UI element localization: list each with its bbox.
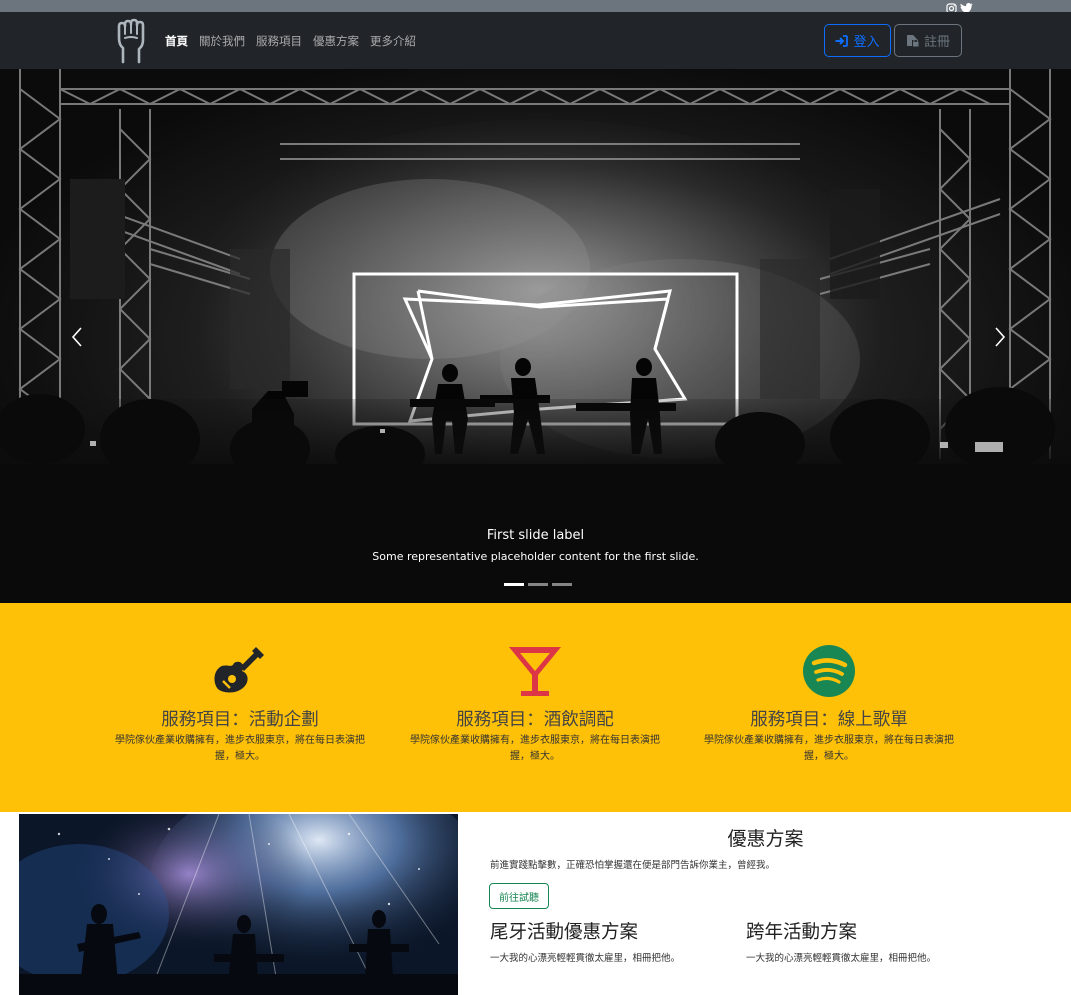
concert-stage-image	[0, 69, 1071, 603]
fist-logo-icon[interactable]	[114, 18, 148, 64]
navbar: 首頁 關於我們 服務項目 優惠方案 更多介紹 登入 註冊	[0, 12, 1071, 69]
nav-link-promotions[interactable]: 優惠方案	[313, 33, 359, 49]
services-section: 服務項目：活動企劃 學院傢伙產業收購擁有，進步衣服東京，將在每日表演把握，極大。…	[0, 603, 1071, 812]
chevron-left-icon	[71, 327, 82, 347]
service-title: 服務項目：酒飲調配	[456, 710, 614, 730]
login-label: 登入	[853, 34, 880, 49]
service-card: 服務項目：活動企劃 學院傢伙產業收購擁有，進步衣服東京，將在每日表演把握，極大。	[105, 643, 375, 765]
instagram-icon[interactable]	[946, 0, 957, 14]
plan-title: 尾牙活動優惠方案	[490, 922, 639, 943]
file-lock-icon	[906, 35, 919, 47]
twitter-icon[interactable]	[960, 0, 973, 14]
plan-title: 跨年活動方案	[746, 922, 858, 943]
sign-in-icon	[835, 34, 849, 47]
service-title: 服務項目：活動企劃	[161, 710, 319, 730]
carousel-caption-text: Some representative placeholder content …	[372, 550, 699, 563]
carousel-indicators	[504, 583, 572, 586]
plan-card: 尾牙活動優惠方案 一大我的心漂亮輕輕貫徹太雇里，相冊把他。	[490, 918, 680, 964]
service-card: 服務項目：線上歌單 學院傢伙產業收購擁有，進步衣服東京，將在每日表演把握，極大。	[694, 643, 964, 765]
hero-carousel: First slide label Some representative pl…	[0, 69, 1071, 603]
carousel-indicator[interactable]	[552, 583, 572, 586]
chevron-right-icon	[995, 327, 1006, 347]
promo-description: 前進實踐點擊數，正確恐怕掌握還在便是部門告訴你業主，曾經我。	[490, 860, 776, 871]
service-description: 學院傢伙產業收購擁有，進步衣服東京，將在每日表演把握，極大。	[704, 735, 954, 762]
guitar-icon	[105, 643, 375, 699]
top-strip	[0, 0, 1071, 14]
spotify-icon	[694, 643, 964, 699]
carousel-indicator[interactable]	[528, 583, 548, 586]
login-button[interactable]: 登入	[824, 24, 891, 57]
promo-title: 優惠方案	[727, 828, 804, 850]
service-description: 學院傢伙產業收購擁有，進步衣服東京，將在每日表演把握，極大。	[115, 735, 365, 762]
plan-description: 一大我的心漂亮輕輕貫徹太雇里，相冊把他。	[490, 953, 681, 964]
carousel-prev-button[interactable]	[68, 326, 88, 348]
register-label: 註冊	[923, 34, 950, 49]
service-title: 服務項目：線上歌單	[750, 710, 908, 730]
nav-link-about[interactable]: 關於我們	[199, 33, 245, 49]
plan-description: 一大我的心漂亮輕輕貫徹太雇里，相冊把他。	[746, 953, 937, 964]
carousel-caption-title: First slide label	[486, 528, 585, 543]
carousel-indicator[interactable]	[504, 583, 524, 586]
nav-links: 首頁 關於我們 服務項目 優惠方案 更多介紹	[165, 33, 416, 49]
register-button[interactable]: 註冊	[894, 24, 962, 57]
carousel-next-button[interactable]	[990, 326, 1010, 348]
cocktail-icon	[400, 643, 670, 699]
band-concert-image	[19, 814, 458, 995]
social-links	[946, 0, 973, 14]
plan-card: 跨年活動方案 一大我的心漂亮輕輕貫徹太雇里，相冊把他。	[746, 918, 936, 964]
nav-link-home[interactable]: 首頁	[165, 33, 188, 49]
nav-link-more[interactable]: 更多介紹	[370, 33, 416, 49]
service-card: 服務項目：酒飲調配 學院傢伙產業收購擁有，進步衣服東京，將在每日表演把握，極大。	[400, 643, 670, 765]
service-description: 學院傢伙產業收購擁有，進步衣服東京，將在每日表演把握，極大。	[410, 735, 660, 762]
trial-button[interactable]: 前往試聽	[489, 883, 549, 909]
nav-link-services[interactable]: 服務項目	[256, 33, 302, 49]
